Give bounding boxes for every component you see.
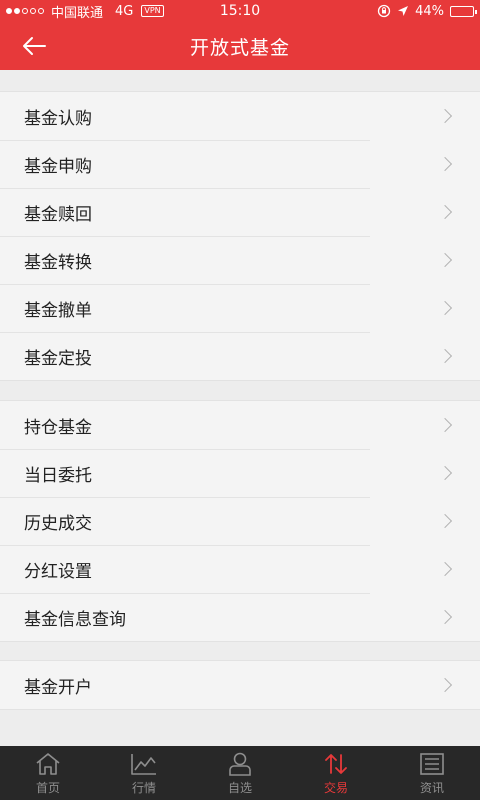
menu-item-label: 历史成交 [24, 513, 92, 534]
chevron-right-icon [437, 417, 453, 433]
chevron-right-icon [437, 348, 453, 364]
chevron-right-icon [437, 513, 453, 529]
tab-market[interactable]: 行情 [96, 746, 192, 800]
menu-item-label: 基金申购 [24, 156, 92, 177]
tab-label: 资讯 [419, 780, 444, 795]
home-icon [36, 752, 60, 775]
signal-icon [6, 8, 44, 14]
menu-item-holdings[interactable]: 持仓基金 [0, 401, 480, 449]
menu-item-label: 基金撤单 [24, 300, 92, 321]
menu-item-label: 基金开户 [24, 677, 92, 698]
network-label: 4G [115, 3, 134, 19]
location-icon [398, 6, 409, 16]
menu-item-redeem[interactable]: 基金赎回 [0, 188, 480, 236]
back-button[interactable] [18, 30, 50, 62]
menu-item-label: 分红设置 [24, 561, 92, 582]
menu-group-trade: 基金认购 基金申购 基金赎回 基金转换 基金撤单 基金定投 [0, 91, 480, 381]
carrier-label: 中国联通 [51, 5, 104, 21]
menu-item-fund-info[interactable]: 基金信息查询 [0, 593, 480, 641]
menu-item-purchase[interactable]: 基金申购 [0, 140, 480, 188]
menu-group-account: 基金开户 [0, 660, 480, 710]
battery-icon [450, 5, 477, 17]
tab-label: 行情 [131, 780, 156, 795]
menu-item-label: 基金信息查询 [24, 609, 126, 630]
menu-item-dividend-settings[interactable]: 分红设置 [0, 545, 480, 593]
chevron-right-icon [437, 204, 453, 220]
chevron-right-icon [437, 677, 453, 693]
tab-label: 首页 [35, 780, 60, 795]
menu-item-auto-invest[interactable]: 基金定投 [0, 332, 480, 380]
page-title: 开放式基金 [189, 36, 290, 59]
user-icon [229, 752, 251, 776]
menu-item-label: 基金转换 [24, 252, 92, 273]
menu-item-label: 基金认购 [24, 108, 92, 129]
menu-item-cancel-order[interactable]: 基金撤单 [0, 284, 480, 332]
status-bar: 中国联通 4G VPN 15:10 44% [0, 0, 480, 22]
vpn-badge: VPN [141, 5, 164, 17]
menu-item-today-orders[interactable]: 当日委托 [0, 449, 480, 497]
tab-trade[interactable]: 交易 [288, 746, 384, 800]
arrow-left-icon [23, 37, 46, 55]
app-header: 中国联通 4G VPN 15:10 44% 开放式基金 [0, 0, 480, 70]
tab-bar: 首页 行情 自选 交易 资讯 [0, 746, 480, 800]
chevron-right-icon [437, 108, 453, 124]
battery-percent: 44% [415, 3, 444, 19]
tab-home[interactable]: 首页 [0, 746, 96, 800]
menu-item-label: 基金定投 [24, 348, 92, 369]
chevron-right-icon [437, 561, 453, 577]
transfer-icon [325, 753, 347, 774]
menu-group-query: 持仓基金 当日委托 历史成交 分红设置 基金信息查询 [0, 400, 480, 642]
menu-item-label: 持仓基金 [24, 417, 92, 438]
rotation-lock-icon [377, 4, 391, 18]
menu-item-convert[interactable]: 基金转换 [0, 236, 480, 284]
menu-item-trade-history[interactable]: 历史成交 [0, 497, 480, 545]
chart-icon [131, 753, 156, 775]
menu-item-label: 基金赎回 [24, 204, 92, 225]
tab-watchlist[interactable]: 自选 [192, 746, 288, 800]
nav-bar: 开放式基金 [0, 22, 480, 70]
chevron-right-icon [437, 300, 453, 316]
chevron-right-icon [437, 156, 453, 172]
menu-item-label: 当日委托 [24, 465, 92, 486]
news-icon [420, 752, 444, 775]
chevron-right-icon [437, 465, 453, 481]
menu-item-subscribe[interactable]: 基金认购 [0, 92, 480, 140]
tab-label: 交易 [323, 780, 348, 795]
chevron-right-icon [437, 252, 453, 268]
chevron-right-icon [437, 609, 453, 625]
tab-label: 自选 [227, 780, 252, 795]
menu-item-open-account[interactable]: 基金开户 [0, 661, 480, 709]
tab-news[interactable]: 资讯 [384, 746, 480, 800]
